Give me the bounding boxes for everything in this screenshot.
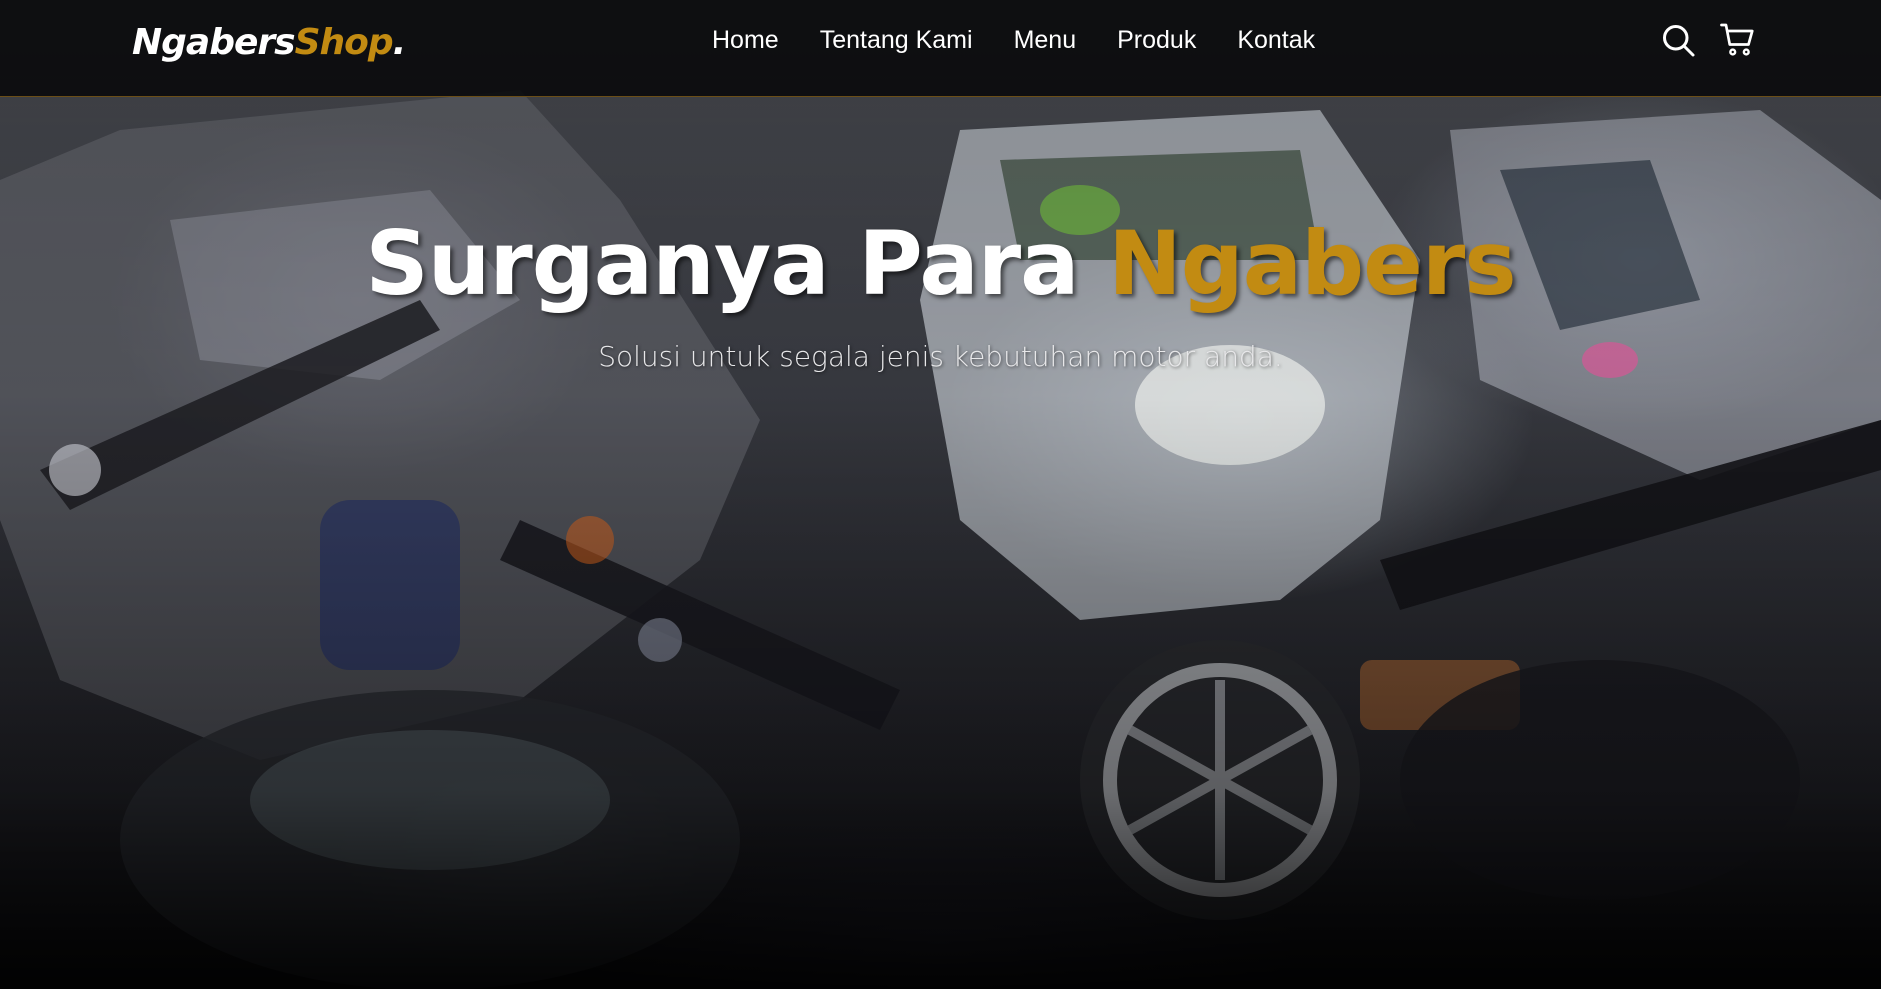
search-icon[interactable]: [1660, 22, 1696, 58]
brand-name-main: Ngabers: [132, 22, 296, 63]
hero-overlay: [0, 0, 1881, 989]
navbar: NgabersShop. Home Tentang Kami Menu Prod…: [0, 0, 1881, 97]
brand-name-dot: .: [392, 22, 407, 63]
brand-name-accent: Shop: [294, 22, 394, 63]
nav-link-home[interactable]: Home: [712, 26, 779, 55]
nav-links: Home Tentang Kami Menu Produk Kontak: [712, 26, 1356, 55]
nav-link-kontak[interactable]: Kontak: [1237, 26, 1315, 55]
nav-link-produk[interactable]: Produk: [1117, 26, 1196, 55]
nav-link-tentang-kami[interactable]: Tentang Kami: [820, 26, 973, 55]
shopping-cart-icon[interactable]: [1720, 22, 1756, 58]
hero-title-main: Surganya Para: [365, 212, 1109, 315]
hero-subtitle: Solusi untuk segala jenis kebutuhan moto…: [598, 340, 1283, 373]
nav-icons: [1660, 22, 1756, 58]
nav-link-menu[interactable]: Menu: [1014, 26, 1077, 55]
hero-title-accent: Ngabers: [1108, 212, 1516, 315]
hero-title: Surganya Para Ngabers: [0, 212, 1881, 315]
brand-logo[interactable]: NgabersShop.: [132, 22, 407, 63]
hero-section: Surganya Para Ngabers Solusi untuk segal…: [0, 0, 1881, 989]
